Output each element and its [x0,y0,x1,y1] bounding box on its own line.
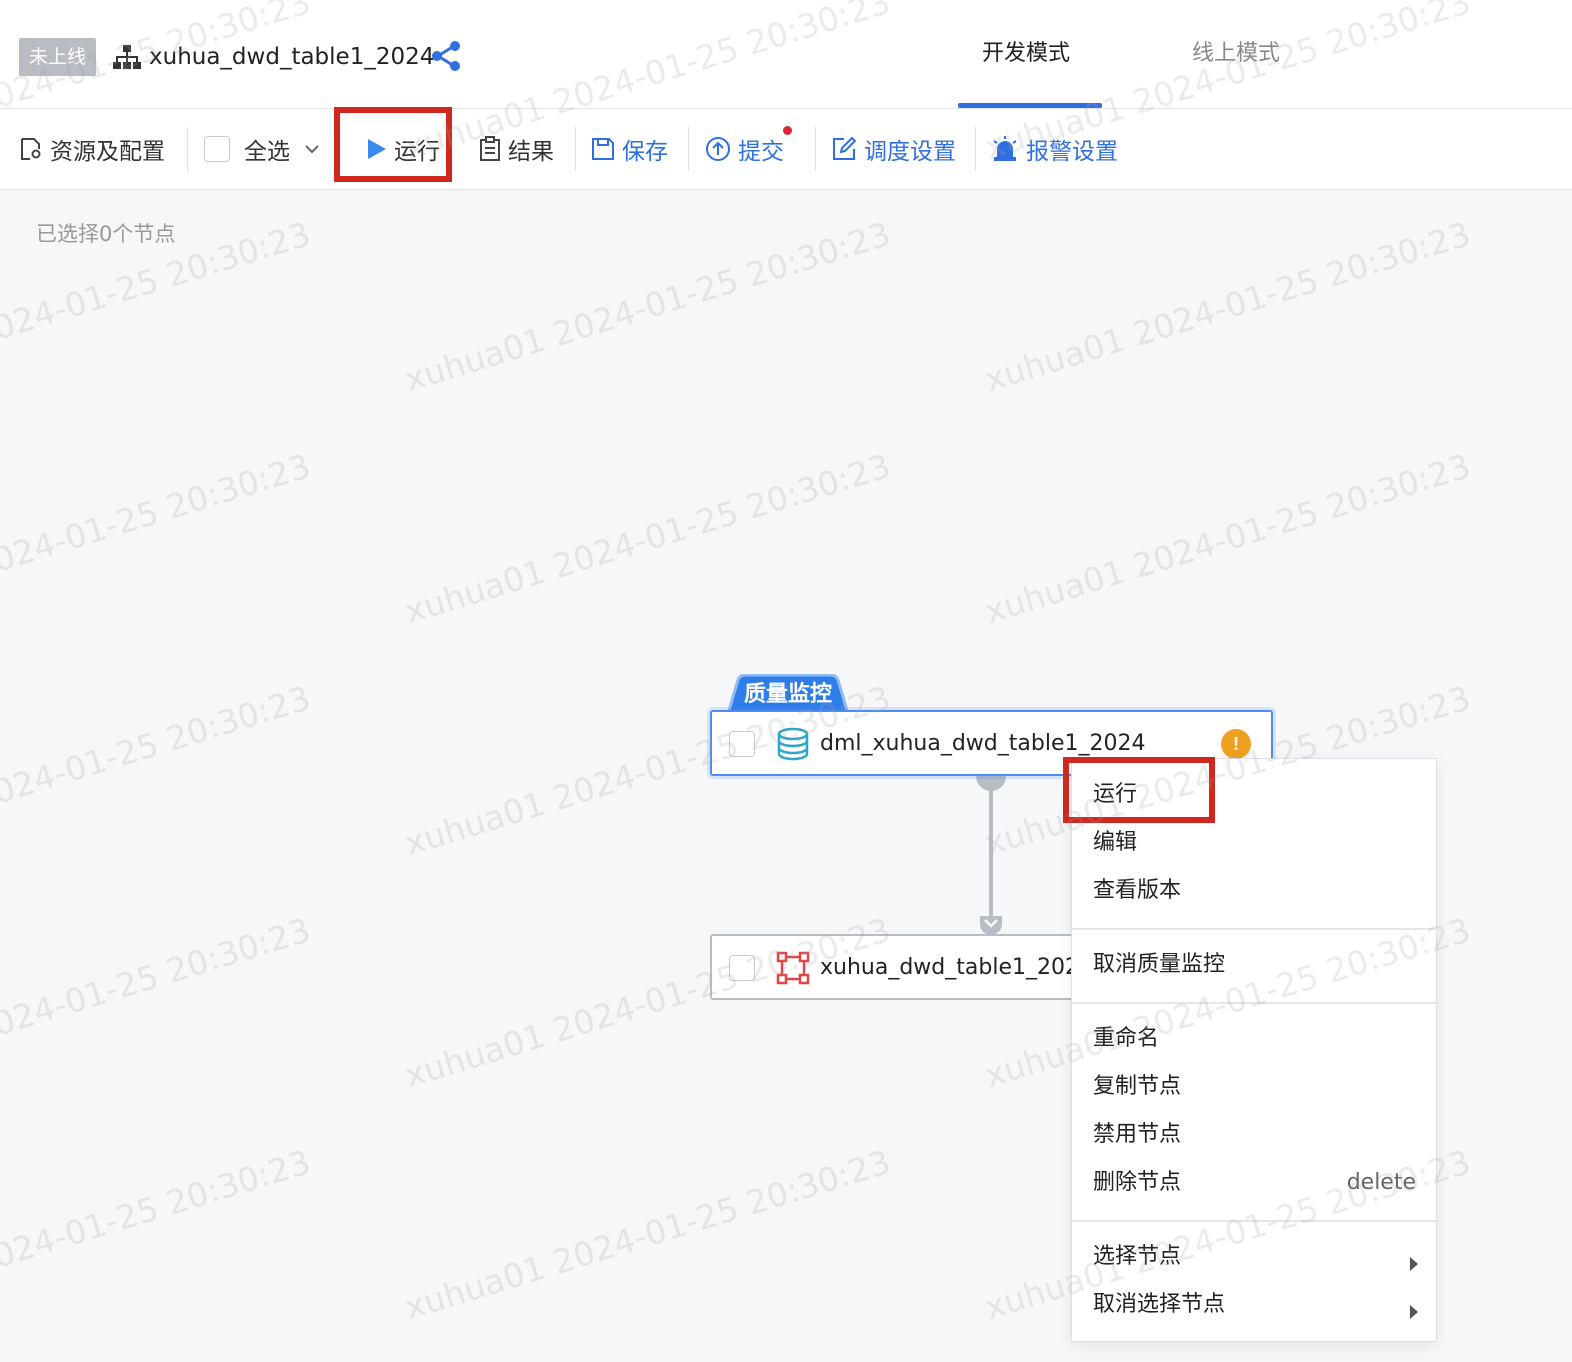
watermark: xuhua01 2024-01-25 20:30:23 [400,214,895,400]
menu-item-cancel-quality-monitor[interactable]: 取消质量监控 [1093,949,1225,981]
node-checkbox[interactable] [729,731,755,757]
upload-circle-icon [706,137,730,161]
menu-item-view-version[interactable]: 查看版本 [1093,875,1181,907]
watermark: xuhua01 2024-01-25 20:30:23 [0,1142,315,1327]
schedule-settings-button[interactable]: 调度设置 [830,129,956,169]
schedule-settings-label: 调度设置 [864,139,956,165]
database-icon [777,727,809,761]
selected-count-text: 已选择0个节点 [36,222,176,246]
menu-run-highlight [1063,757,1215,823]
menu-divider [1072,1220,1436,1222]
menu-divider [1072,928,1436,930]
resource-icon [21,138,41,160]
submit-label: 提交 [738,139,784,165]
notification-dot [783,126,792,135]
table-node-icon [776,951,810,985]
tab-online-mode[interactable]: 线上模式 [1192,34,1280,74]
table-node[interactable]: xuhua_dwd_table1_2024 [710,934,1110,1000]
node-edge [976,776,1006,935]
menu-item-rename[interactable]: 重命名 [1093,1023,1159,1055]
result-label: 结果 [508,139,554,165]
toolbar-divider [975,127,976,171]
select-all-label: 全选 [244,139,290,165]
node-label: xuhua_dwd_table1_2024 [820,955,1093,980]
status-badge: 未上线 [19,38,97,76]
watermark: xuhua01 2024-01-25 20:30:23 [980,214,1475,400]
menu-item-delete-node[interactable]: 删除节点 [1093,1167,1181,1199]
workflow-icon [113,45,141,69]
share-icon[interactable] [430,40,462,72]
toolbar-divider [575,127,576,171]
select-all-control[interactable]: 全选 [204,129,328,169]
watermark: xuhua01 2024-01-25 20:30:23 [0,678,315,863]
node-label: dml_xuhua_dwd_table1_2024 [820,731,1146,756]
active-tab-indicator [958,103,1102,108]
watermark: xuhua01 2024-01-25 20:30:23 [0,446,315,631]
menu-divider [1072,1002,1436,1004]
result-button[interactable]: 结果 [478,129,554,169]
run-button-highlight [334,107,452,182]
watermark: xuhua01 2024-01-25 20:30:23 [0,910,315,1095]
chevron-down-icon[interactable] [302,139,322,159]
watermark: xuhua01 2024-01-25 20:30:23 [400,446,895,632]
menu-item-disable-node[interactable]: 禁用节点 [1093,1119,1181,1151]
node-checkbox[interactable] [729,955,755,981]
top-bar: 未上线 xuhua_dwd_table1_2024 开发模式 线上模式 [0,0,1572,109]
alarm-icon [993,136,1017,161]
context-menu: 运行 编辑 查看版本 取消质量监控 重命名 复制节点 禁用节点 删除节点 del… [1071,758,1437,1342]
warning-icon[interactable]: ! [1220,728,1252,760]
resources-config-label: 资源及配置 [50,139,165,165]
menu-item-edit[interactable]: 编辑 [1093,827,1137,859]
submit-button[interactable]: 提交 [704,126,792,169]
menu-item-select-nodes[interactable]: 选择节点 [1093,1241,1181,1273]
menu-item-deselect-nodes[interactable]: 取消选择节点 [1093,1289,1225,1321]
page-title: xuhua_dwd_table1_2024 [149,44,435,70]
delete-shortcut: delete [1346,1170,1416,1195]
toolbar: 资源及配置 全选 运行 结果 保存 提交 调度设置 报警设置 [0,109,1572,190]
select-all-checkbox[interactable] [204,136,230,162]
toolbar-divider [815,127,816,171]
watermark: xuhua01 2024-01-25 20:30:23 [400,1142,895,1328]
menu-item-copy-node[interactable]: 复制节点 [1093,1071,1181,1103]
alarm-settings-button[interactable]: 报警设置 [990,129,1118,169]
save-button[interactable]: 保存 [590,129,668,169]
submenu-arrow-icon [1410,1257,1418,1271]
edit-icon [833,136,857,160]
watermark: xuhua01 2024-01-25 20:30:23 [980,446,1475,632]
resources-config-button[interactable]: 资源及配置 [18,129,165,169]
submenu-arrow-icon [1410,1305,1418,1319]
toolbar-divider [688,127,689,171]
submit-label-wrap: 提交 [738,126,792,166]
alarm-settings-label: 报警设置 [1026,139,1118,165]
save-label: 保存 [622,139,668,165]
tab-dev-mode[interactable]: 开发模式 [982,34,1070,74]
clipboard-icon [480,136,500,161]
warning-mark: ! [1233,734,1239,754]
toolbar-divider [187,127,188,171]
quality-monitor-tag: 质量监控 [728,674,848,714]
save-icon [592,138,614,160]
quality-monitor-tag-label: 质量监控 [743,682,832,707]
